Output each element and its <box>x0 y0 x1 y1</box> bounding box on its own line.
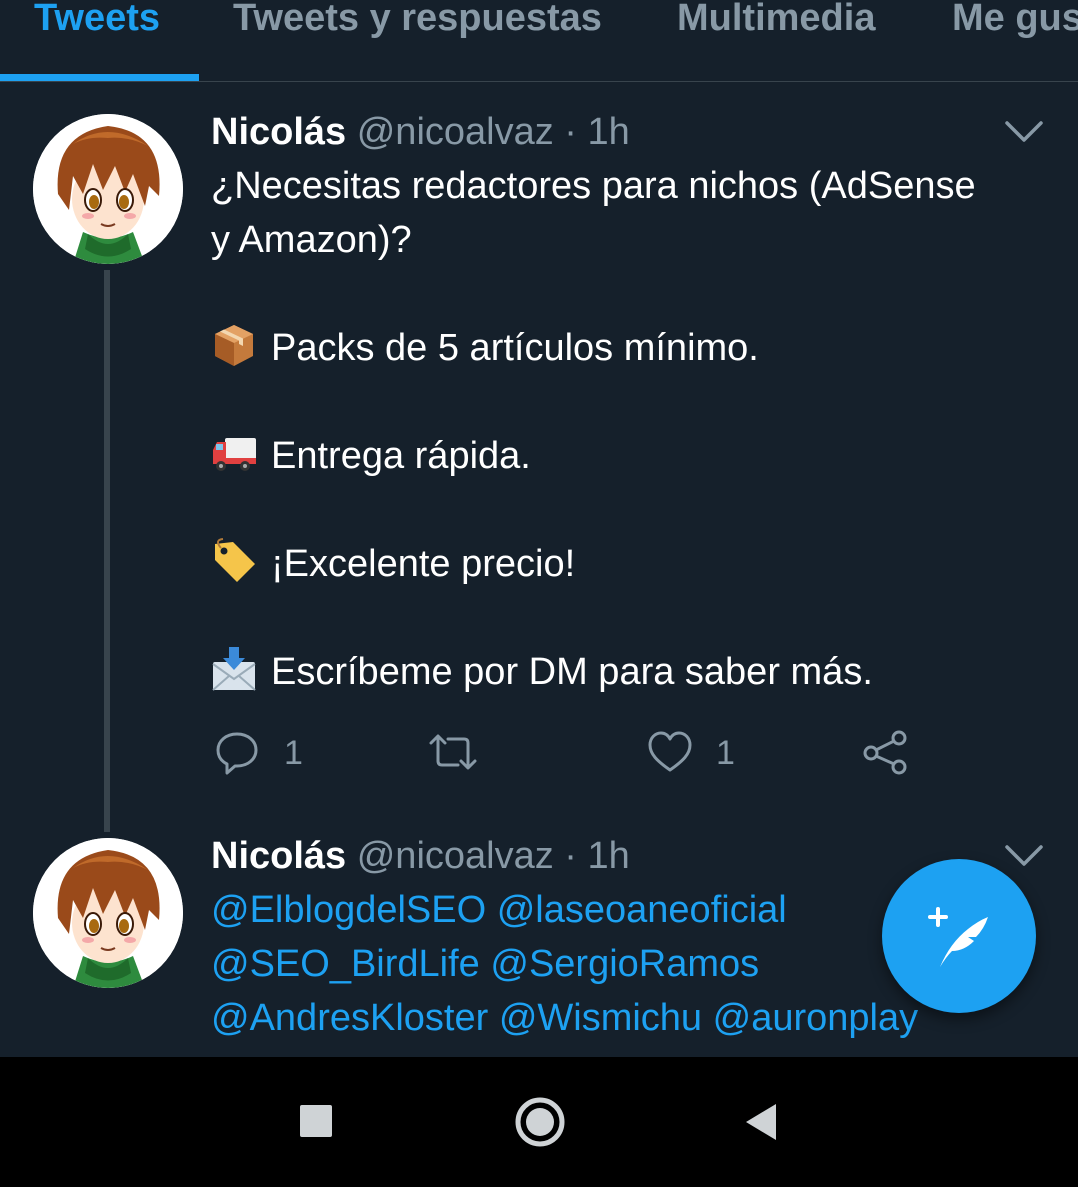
tweet[interactable]: Nicolás @nicoalvaz · 1h ¿Necesitas redac… <box>0 0 1078 832</box>
heart-icon <box>648 731 692 772</box>
tweet-list-item-text: Packs de 5 artículos mínimo. <box>271 327 759 369</box>
back-icon[interactable] <box>742 1101 780 1143</box>
avatar[interactable] <box>33 838 183 988</box>
thread-connector-line <box>104 270 110 832</box>
username-handle[interactable]: @nicoalvaz <box>357 111 554 153</box>
tweet-list-item-text: Escríbeme por DM para saber más. <box>271 651 873 693</box>
retweet-icon <box>429 734 477 770</box>
tweet-list-item-text: ¡Excelente precio! <box>271 543 576 585</box>
delivery-truck-emoji-icon <box>213 438 256 471</box>
timestamp[interactable]: 1h <box>588 111 630 153</box>
inbox-envelope-emoji-icon <box>212 647 256 691</box>
display-name[interactable]: Nicolás <box>211 835 346 877</box>
timestamp[interactable]: 1h <box>588 835 630 877</box>
home-icon[interactable] <box>513 1095 567 1149</box>
compose-tweet-button[interactable] <box>882 859 1036 1013</box>
reply-count: 1 <box>284 734 303 772</box>
tweet-text: ¿Necesitas redactores para nichos (AdSen… <box>211 159 1041 699</box>
avatar[interactable] <box>33 114 183 264</box>
compose-tweet-icon <box>928 907 988 967</box>
package-emoji-icon <box>215 325 253 366</box>
reply-button[interactable] <box>214 729 260 775</box>
recent-apps-icon[interactable] <box>298 1103 334 1139</box>
like-button[interactable] <box>647 729 693 775</box>
retweet-button[interactable] <box>428 729 478 775</box>
display-name[interactable]: Nicolás <box>211 111 346 153</box>
mention-link[interactable]: @SEO_BirdLife <box>211 943 480 985</box>
tweet-list-item: Packs de 5 artículos mínimo. <box>211 321 1041 375</box>
tweet-list-item: Entrega rápida. <box>211 429 1041 483</box>
tweet-list-item: Escríbeme por DM para saber más. <box>211 645 1041 699</box>
mention-link[interactable]: @ElblogdelSEO <box>211 889 486 931</box>
mention-link[interactable]: @Wismichu <box>499 997 702 1039</box>
price-tag-emoji-icon <box>215 538 255 582</box>
system-navigation-bar <box>0 1057 1078 1187</box>
separator: · <box>564 835 577 877</box>
tweet-text-line: ¿Necesitas redactores para nichos (AdSen… <box>211 165 976 207</box>
mention-link[interactable]: @laseoaneoficial <box>497 889 787 931</box>
tweet-text-line: y Amazon)? <box>211 219 412 261</box>
tweet-list-item-text: Entrega rápida. <box>271 435 531 477</box>
username-handle[interactable]: @nicoalvaz <box>357 835 554 877</box>
like-count: 1 <box>716 734 735 772</box>
chevron-down-icon[interactable] <box>1004 120 1044 144</box>
mention-link[interactable]: @SergioRamos <box>490 943 759 985</box>
tweet-list-item: ¡Excelente precio! <box>211 537 1041 591</box>
share-icon <box>863 730 907 775</box>
reply-icon <box>216 732 258 775</box>
mention-link[interactable]: @AndresKloster <box>211 997 488 1039</box>
share-button[interactable] <box>862 729 908 775</box>
separator: · <box>564 111 577 153</box>
tweet-header: Nicolás @nicoalvaz · 1h <box>211 834 630 878</box>
chevron-down-icon[interactable] <box>1004 844 1044 868</box>
tweet-header: Nicolás @nicoalvaz · 1h <box>211 110 630 154</box>
mention-link[interactable]: @auronplay <box>713 997 918 1039</box>
